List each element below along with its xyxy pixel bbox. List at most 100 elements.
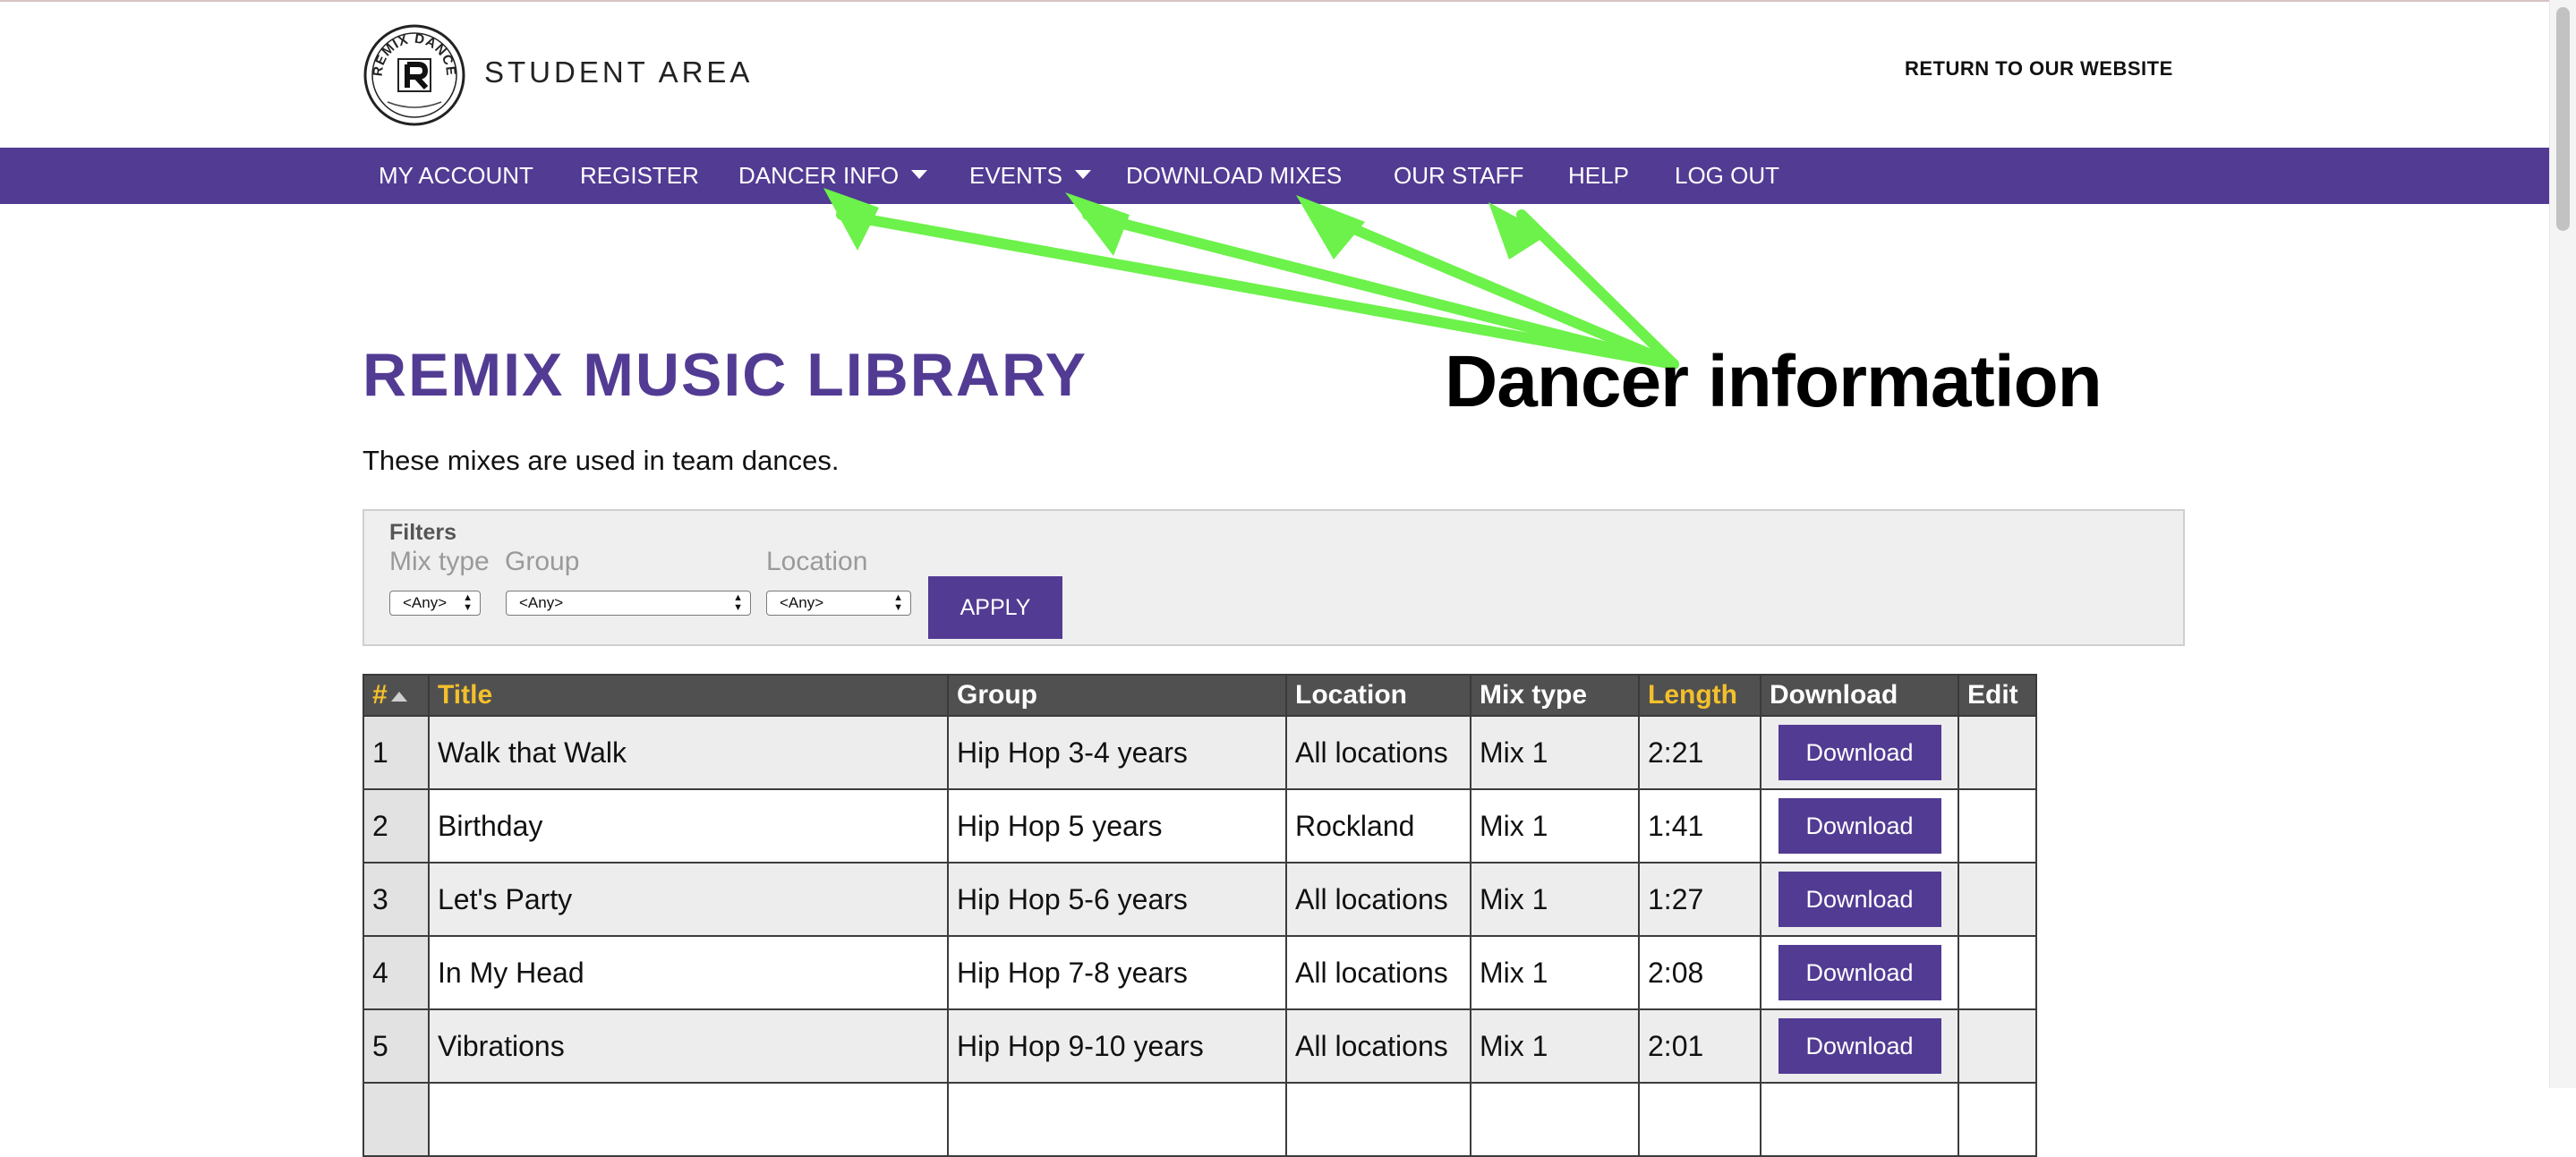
cell-edit [1958,1008,2037,1084]
return-to-website-link[interactable]: RETURN TO OUR WEBSITE [1905,57,2173,81]
cell-length [1638,1082,1761,1157]
cell-download: Download [1760,862,1959,937]
mix-type-select[interactable]: <Any> ▲ ▼ [389,591,481,616]
chevron-down-icon [911,170,928,180]
column-header-mix-type: Mix type [1470,674,1640,717]
column-header-length[interactable]: Length [1638,674,1761,717]
download-button[interactable]: Download [1778,725,1941,780]
cell-number: 4 [363,935,430,1010]
group-value: <Any> [519,594,564,611]
cell-title: Let's Party [428,862,949,937]
scrollbar-thumb[interactable] [2556,7,2570,231]
arrowhead [1488,202,1548,259]
annotation-label: Dancer information [1445,341,2103,422]
filters-panel: Filters Mix type Group Location <Any> ▲ ▼… [363,509,2185,646]
cell-location: All locations [1285,935,1471,1010]
column-header-edit: Edit [1958,674,2037,717]
location-value: <Any> [780,594,824,611]
cell-download: Download [1760,715,1959,790]
cell-edit [1958,862,2037,937]
cell-group: Hip Hop 5-6 years [947,862,1287,937]
table-row: 4 In My Head Hip Hop 7-8 years All locat… [363,935,2037,1010]
arrowhead [1296,195,1365,259]
column-header-number[interactable]: # [363,674,430,717]
cell-length: 1:41 [1638,788,1761,863]
column-header-download: Download [1760,674,1959,717]
cell-title: Birthday [428,788,949,863]
mix-type-value: <Any> [403,594,448,611]
cell-length: 1:27 [1638,862,1761,937]
table-row-partial [363,1082,2037,1157]
nav-item-label: MY ACCOUNT [379,162,533,189]
site-title: STUDENT AREA [484,55,754,89]
download-button[interactable]: Download [1778,872,1941,927]
nav-item-download-mixes[interactable]: DOWNLOAD MIXES [1126,148,1342,204]
chevron-down-icon [1075,170,1092,180]
group-select[interactable]: <Any> ▲ ▼ [506,591,751,616]
download-button[interactable]: Download [1778,1018,1941,1074]
cell-length: 2:08 [1638,935,1761,1010]
cell-mix-type: Mix 1 [1470,862,1640,937]
cell-download: Download [1760,1008,1959,1084]
cell-length: 2:21 [1638,715,1761,790]
download-button[interactable]: Download [1778,945,1941,1000]
nav-item-label: HELP [1568,162,1629,189]
cell-group: Hip Hop 3-4 years [947,715,1287,790]
cell-mix-type: Mix 1 [1470,715,1640,790]
cell-title: Walk that Walk [428,715,949,790]
apply-button[interactable]: APPLY [928,576,1062,639]
column-header-location: Location [1285,674,1471,717]
mix-type-label: Mix type [389,547,490,576]
cell-group: Hip Hop 9-10 years [947,1008,1287,1084]
cell-location [1285,1082,1471,1157]
main-nav: MY ACCOUNT REGISTER DANCER INFO EVENTS D… [0,148,2549,204]
table-row: 1 Walk that Walk Hip Hop 3-4 years All l… [363,715,2037,790]
download-button[interactable]: Download [1778,798,1941,854]
vertical-scrollbar[interactable] [2549,0,2576,1088]
cell-mix-type: Mix 1 [1470,935,1640,1010]
group-label: Group [505,547,580,576]
remix-dance-logo[interactable]: REMIX DANCE [363,23,466,127]
location-label: Location [766,547,868,576]
cell-number: 2 [363,788,430,863]
nav-item-label: DOWNLOAD MIXES [1126,162,1343,189]
cell-edit [1958,935,2037,1010]
table-header-row: # Title Group Location Mix type Length D… [363,674,2037,717]
cell-length: 2:01 [1638,1008,1761,1084]
cell-number [363,1082,430,1157]
sort-ascending-icon [390,691,407,702]
cell-number: 3 [363,862,430,937]
nav-item-label: OUR STAFF [1394,162,1524,189]
cell-group: Hip Hop 5 years [947,788,1287,863]
cell-location: Rockland [1285,788,1471,863]
intro-text: These mixes are used in team dances. [363,445,840,476]
cell-download: Download [1760,788,1959,863]
location-select[interactable]: <Any> ▲ ▼ [766,591,911,616]
cell-mix-type: Mix 1 [1470,1008,1640,1084]
nav-item-log-out[interactable]: LOG OUT [1675,148,1779,204]
nav-item-label: REGISTER [580,162,699,189]
header-label: # [372,680,388,710]
nav-item-my-account[interactable]: MY ACCOUNT [379,148,533,204]
table-row: 3 Let's Party Hip Hop 5-6 years All loca… [363,862,2037,937]
cell-edit [1958,788,2037,863]
filters-title: Filters [389,520,457,545]
table-row: 5 Vibrations Hip Hop 9-10 years All loca… [363,1008,2037,1084]
cell-group: Hip Hop 7-8 years [947,935,1287,1010]
nav-item-register[interactable]: REGISTER [580,148,699,204]
cell-location: All locations [1285,715,1471,790]
nav-item-help[interactable]: HELP [1568,148,1629,204]
nav-item-events[interactable]: EVENTS [969,148,1092,204]
cell-group [947,1082,1287,1157]
select-arrows-icon: ▲ ▼ [733,592,743,613]
column-header-title[interactable]: Title [428,674,949,717]
cell-edit [1958,1082,2037,1157]
page-title: REMIX MUSIC LIBRARY [363,341,1088,409]
cell-download [1760,1082,1959,1157]
nav-item-label: EVENTS [969,162,1063,189]
select-arrows-icon: ▲ ▼ [893,592,903,613]
column-header-group: Group [947,674,1287,717]
nav-item-our-staff[interactable]: OUR STAFF [1394,148,1523,204]
nav-item-dancer-info[interactable]: DANCER INFO [738,148,928,204]
site-header: REMIX DANCE STUDENT AREA RETURN TO OUR W… [0,2,2549,148]
